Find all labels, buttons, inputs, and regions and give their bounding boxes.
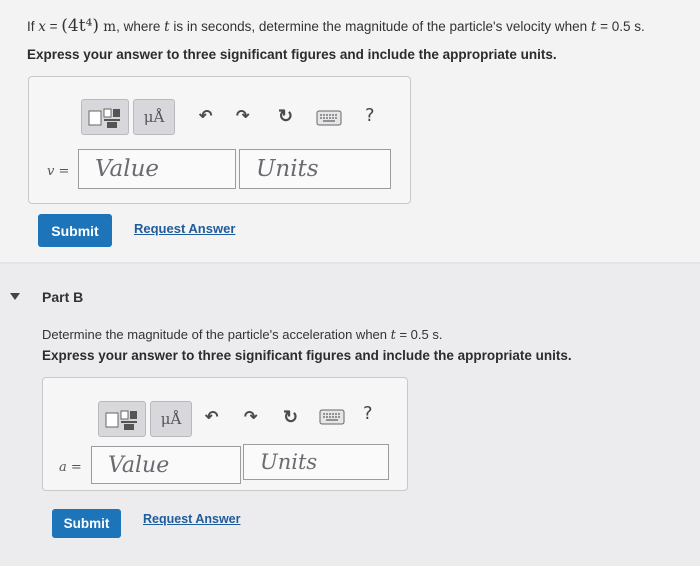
undo-icon[interactable]: ↶	[199, 109, 212, 125]
part-b-title[interactable]: Part B	[42, 289, 83, 305]
reset-icon[interactable]: ↻	[283, 408, 298, 426]
part-b-answer-box: μÅ ↶ ↷ ↻ ? a = Value Units	[42, 377, 408, 491]
velocity-label: v =	[47, 164, 70, 179]
part-a-answer-box: μÅ ↶ ↷ ↻ ? v = Value Units	[28, 76, 411, 204]
templates-icon	[105, 410, 137, 430]
units-input[interactable]: Units	[239, 149, 391, 189]
templates-button[interactable]	[81, 99, 129, 135]
part-b-question: Determine the magnitude of the particle'…	[42, 327, 443, 343]
part-a-toolbar: μÅ	[81, 99, 175, 135]
collapse-caret-icon[interactable]	[10, 293, 20, 300]
value-input[interactable]: Value	[78, 149, 236, 189]
request-answer-link[interactable]: Request Answer	[143, 512, 240, 526]
units-icon: μÅ	[160, 410, 182, 428]
keyboard-icon[interactable]	[319, 409, 345, 425]
part-a-question: If x = (4t⁴) m, where t is in seconds, d…	[27, 16, 645, 36]
undo-icon[interactable]: ↶	[205, 410, 218, 426]
acceleration-label: a =	[59, 460, 82, 475]
redo-icon[interactable]: ↷	[236, 109, 249, 125]
help-icon[interactable]: ?	[365, 105, 375, 126]
units-button[interactable]: μÅ	[133, 99, 175, 135]
value-input[interactable]: Value	[91, 446, 241, 484]
redo-icon[interactable]: ↷	[244, 410, 257, 426]
reset-icon[interactable]: ↻	[278, 107, 293, 125]
units-input[interactable]: Units	[243, 444, 389, 480]
part-b-toolbar: μÅ	[98, 401, 192, 437]
units-button[interactable]: μÅ	[150, 401, 192, 437]
submit-button[interactable]: Submit	[52, 509, 121, 538]
help-icon[interactable]: ?	[363, 403, 373, 424]
units-icon: μÅ	[143, 108, 165, 126]
part-b-instruction: Express your answer to three significant…	[42, 348, 572, 363]
part-a-instruction: Express your answer to three significant…	[27, 47, 557, 62]
submit-button[interactable]: Submit	[38, 214, 112, 247]
request-answer-link[interactable]: Request Answer	[134, 221, 235, 236]
keyboard-icon[interactable]	[316, 110, 342, 126]
templates-button[interactable]	[98, 401, 146, 437]
templates-icon	[88, 108, 120, 128]
